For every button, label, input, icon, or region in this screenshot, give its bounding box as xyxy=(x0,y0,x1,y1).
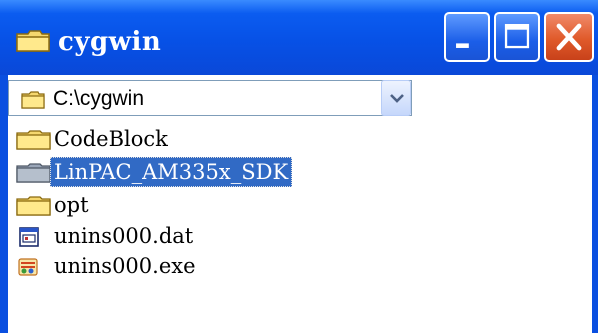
file-name: unins000.dat xyxy=(54,224,194,248)
folder-icon xyxy=(16,30,50,52)
file-name: opt xyxy=(54,193,89,217)
minimize-icon xyxy=(456,43,469,48)
close-icon xyxy=(556,23,582,51)
address-dropdown-button[interactable] xyxy=(381,80,411,116)
address-path: C:\cygwin xyxy=(53,87,145,110)
folder-icon xyxy=(16,163,51,183)
close-button[interactable] xyxy=(544,12,594,62)
maximize-button[interactable] xyxy=(494,12,540,62)
explorer-window: cygwin C:\cygwin CodeBlock LinPAC_AM335x… xyxy=(0,0,598,333)
file-name: CodeBlock xyxy=(54,127,168,151)
exe-file-icon xyxy=(18,258,38,276)
folder-icon xyxy=(21,91,45,109)
window-title: cygwin xyxy=(58,27,162,57)
file-name: LinPAC_AM335x_SDK xyxy=(50,157,293,187)
folder-icon xyxy=(16,130,51,150)
address-bar[interactable]: C:\cygwin xyxy=(8,80,412,116)
folder-icon xyxy=(16,196,51,216)
title-bar[interactable]: cygwin xyxy=(0,0,598,75)
file-list: CodeBlock LinPAC_AM335x_SDK opt unins000… xyxy=(16,124,596,324)
chevron-down-icon xyxy=(390,94,404,103)
maximize-icon xyxy=(504,23,530,49)
minimize-button[interactable] xyxy=(444,12,490,62)
file-name: unins000.exe xyxy=(54,254,196,278)
dat-file-icon xyxy=(19,227,39,247)
